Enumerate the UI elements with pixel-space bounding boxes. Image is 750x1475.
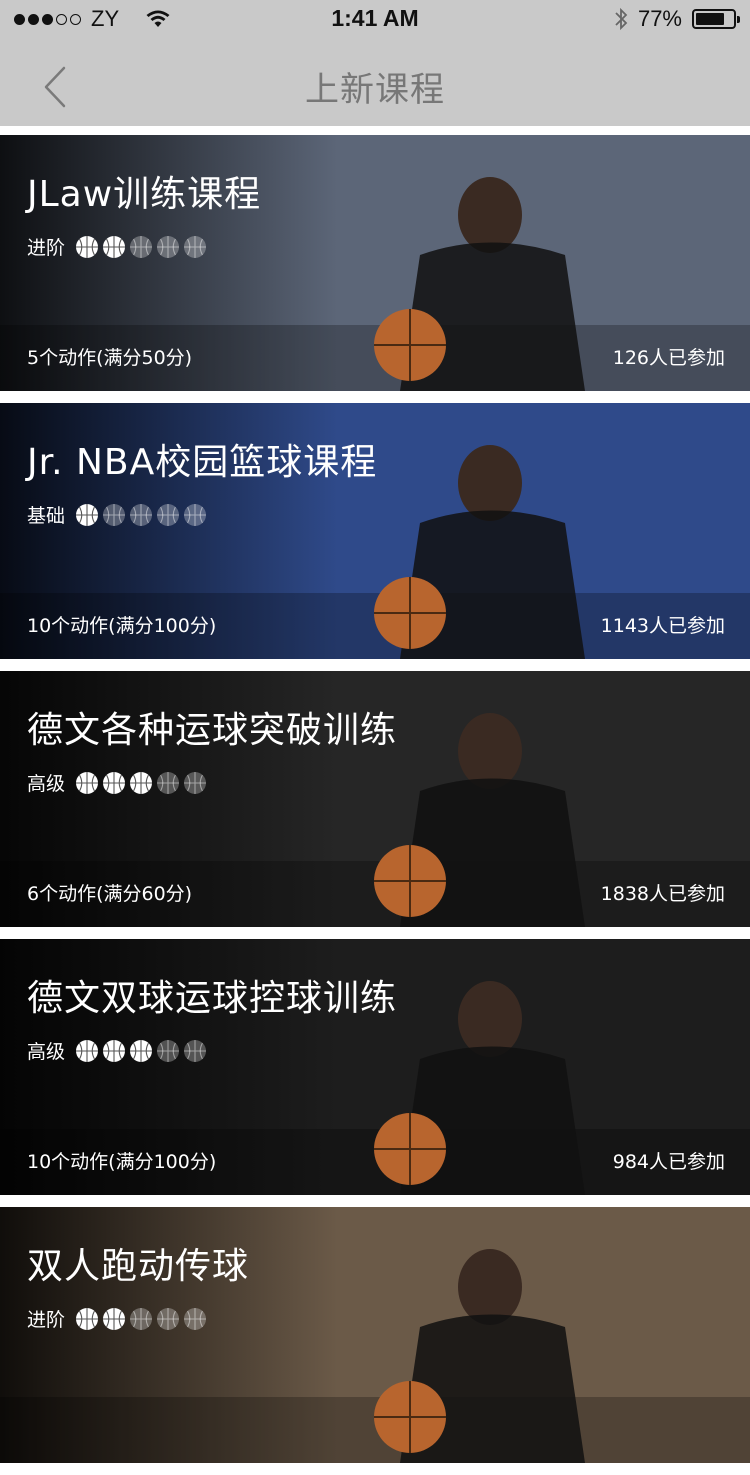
basketball-icon	[76, 503, 99, 526]
action-count: 5个动作(满分50分)	[27, 347, 193, 369]
participant-count: 126人已参加	[612, 347, 725, 369]
participant-count: 1143人已参加	[600, 615, 725, 637]
status-bar: ZY 1:41 AM 77%	[0, 0, 750, 40]
basketball-icon	[157, 1307, 180, 1330]
basketball-icon	[184, 235, 207, 258]
participant-count: 984人已参加	[612, 1151, 725, 1173]
difficulty-label: 进阶	[27, 1309, 66, 1331]
course-card[interactable]: 德文双球运球控球训练高级 10个动作(满分100分) 984人已参加	[0, 939, 750, 1195]
course-title: 双人跑动传球	[27, 1246, 250, 1287]
battery-fill	[696, 13, 724, 25]
basketball-icon	[130, 503, 153, 526]
basketball-icon	[130, 1039, 153, 1062]
difficulty-row: 高级	[27, 1037, 207, 1064]
action-count: 10个动作(满分100分)	[27, 615, 217, 637]
difficulty-row: 基础	[27, 501, 207, 528]
course-title: 德文各种运球突破训练	[27, 710, 398, 751]
course-title: JLaw训练课程	[27, 174, 262, 215]
difficulty-label: 进阶	[27, 237, 66, 259]
basketball-icon	[184, 1039, 207, 1062]
basketball-icon	[76, 1039, 99, 1062]
difficulty-label: 基础	[27, 505, 66, 527]
basketball-icon	[103, 235, 126, 258]
difficulty-label: 高级	[27, 773, 66, 795]
page-title: 上新课程	[305, 70, 445, 110]
basketball-icon	[157, 1039, 180, 1062]
difficulty-label: 高级	[27, 1041, 66, 1063]
battery-icon	[692, 9, 740, 29]
basketball-icon	[76, 1307, 99, 1330]
basketball-icon	[184, 771, 207, 794]
basketball-icon	[103, 771, 126, 794]
difficulty-row: 进阶	[27, 233, 207, 260]
basketball-icon	[157, 771, 180, 794]
difficulty-row: 进阶	[27, 1305, 207, 1332]
course-title: Jr. NBA校园篮球课程	[27, 442, 378, 483]
basketball-icon	[130, 235, 153, 258]
course-card[interactable]: JLaw训练课程进阶 5个动作(满分50分) 126人已参加	[0, 135, 750, 391]
basketball-icon	[130, 771, 153, 794]
course-title: 德文双球运球控球训练	[27, 978, 398, 1019]
nav-bar: 上新课程	[0, 40, 750, 126]
action-count: 6个动作(满分60分)	[27, 883, 193, 905]
course-card[interactable]: 双人跑动传球 进阶	[0, 1207, 750, 1463]
basketball-icon	[130, 1307, 153, 1330]
basketball-icon	[157, 503, 180, 526]
course-card[interactable]: 德文各种运球突破训练高级 6个动作(满分60分) 1838人已参加	[0, 671, 750, 927]
basketball-icon	[157, 235, 180, 258]
basketball-icon	[76, 771, 99, 794]
basketball-icon	[103, 503, 126, 526]
difficulty-row: 高级	[27, 769, 207, 796]
basketball-icon	[184, 503, 207, 526]
bluetooth-icon	[615, 7, 628, 31]
basketball-icon	[103, 1307, 126, 1330]
action-count: 10个动作(满分100分)	[27, 1151, 217, 1173]
basketball-icon	[76, 235, 99, 258]
course-list: JLaw训练课程进阶 5个动作(满分50分) 126人已参加 Jr. NBA校园篮球课…	[0, 135, 750, 1475]
participant-count: 1838人已参加	[600, 883, 725, 905]
basketball-icon	[103, 1039, 126, 1062]
course-card[interactable]: Jr. NBA校园篮球课程基础 10个动作(满分100分) 1143人已参加	[0, 403, 750, 659]
battery-percent: 77%	[637, 6, 682, 31]
basketball-icon	[184, 1307, 207, 1330]
